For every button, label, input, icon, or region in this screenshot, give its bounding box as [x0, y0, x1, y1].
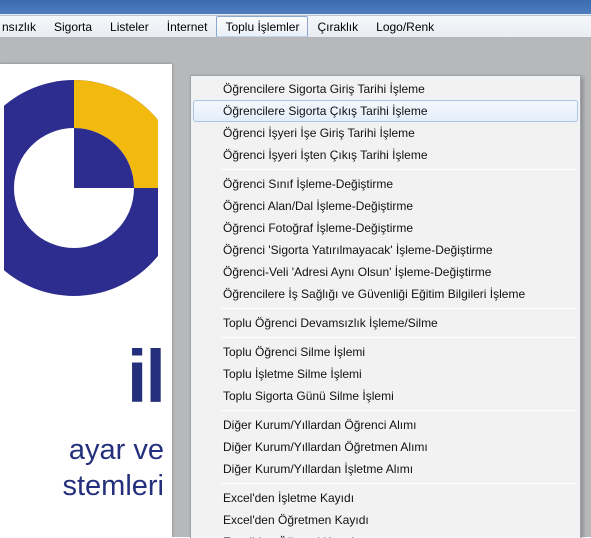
dropdown-separator: [221, 169, 576, 170]
dropdown-item[interactable]: Öğrencilere İş Sağlığı ve Güvenliği Eğit…: [193, 283, 578, 305]
dropdown-item[interactable]: Excel'den Öğretmen Kayıdı: [193, 509, 578, 531]
dropdown-item[interactable]: Öğrenci İşyeri İşe Giriş Tarihi İşleme: [193, 122, 578, 144]
dropdown-item[interactable]: Toplu İşletme Silme İşlemi: [193, 363, 578, 385]
menu-toplu-islemler[interactable]: Toplu İşlemler: [216, 16, 308, 37]
dropdown-item[interactable]: Toplu Öğrenci Devamsızlık İşleme/Silme: [193, 312, 578, 334]
dropdown-item[interactable]: Öğrencilere Sigorta Çıkış Tarihi İşleme: [193, 100, 578, 122]
brand-logo: [4, 78, 158, 298]
menu-ciraklik[interactable]: Çıraklık: [308, 16, 367, 37]
brand-sub-line1: ayar ve: [0, 432, 164, 468]
menu-listeler[interactable]: Listeler: [101, 16, 158, 37]
dropdown-item[interactable]: Diğer Kurum/Yıllardan Öğretmen Alımı: [193, 436, 578, 458]
dropdown-item[interactable]: Toplu Öğrenci Silme İşlemi: [193, 341, 578, 363]
dropdown-item[interactable]: Öğrenci İşyeri İşten Çıkış Tarihi İşleme: [193, 144, 578, 166]
dropdown-item[interactable]: Diğer Kurum/Yıllardan İşletme Alımı: [193, 458, 578, 480]
menu-devamsizlik[interactable]: nsızlık: [2, 16, 45, 37]
brand-text-large: il: [0, 334, 172, 419]
dropdown-separator: [221, 483, 576, 484]
dropdown-item[interactable]: Öğrenci Sınıf İşleme-Değiştirme: [193, 173, 578, 195]
dropdown-item[interactable]: Öğrenci-Veli 'Adresi Aynı Olsun' İşleme-…: [193, 261, 578, 283]
workspace: iş il ayar ve stemleri Öğrencilere Sigor…: [0, 38, 591, 537]
dropdown-item[interactable]: Excel'den İşletme Kayıdı: [193, 487, 578, 509]
dropdown-item[interactable]: Öğrencilere Sigorta Giriş Tarihi İşleme: [193, 78, 578, 100]
brand-sub-line2: stemleri: [0, 468, 164, 504]
dropdown-item[interactable]: Toplu Sigorta Günü Silme İşlemi: [193, 385, 578, 407]
menu-logo-renk[interactable]: Logo/Renk: [367, 16, 443, 37]
dropdown-separator: [221, 337, 576, 338]
dropdown-item[interactable]: Diğer Kurum/Yıllardan Öğrenci Alımı: [193, 414, 578, 436]
window-titlebar: [0, 0, 591, 14]
toplu-islemler-dropdown: Öğrencilere Sigorta Giriş Tarihi İşlemeÖ…: [190, 75, 581, 538]
dropdown-item[interactable]: Öğrenci Alan/Dal İşleme-Değiştirme: [193, 195, 578, 217]
dropdown-separator: [221, 410, 576, 411]
document-page: il ayar ve stemleri: [0, 64, 172, 538]
menu-sigorta[interactable]: Sigorta: [45, 16, 101, 37]
menubar: nsızlık Sigorta Listeler İnternet Toplu …: [0, 16, 591, 38]
brand-text-sub: ayar ve stemleri: [0, 432, 172, 504]
dropdown-item[interactable]: Öğrenci Fotoğraf İşleme-Değiştirme: [193, 217, 578, 239]
menu-internet[interactable]: İnternet: [158, 16, 217, 37]
dropdown-item[interactable]: Öğrenci 'Sigorta Yatırılmayacak' İşleme-…: [193, 239, 578, 261]
dropdown-item[interactable]: Excel'den Öğrenci Kayıdı: [193, 531, 578, 538]
dropdown-separator: [221, 308, 576, 309]
